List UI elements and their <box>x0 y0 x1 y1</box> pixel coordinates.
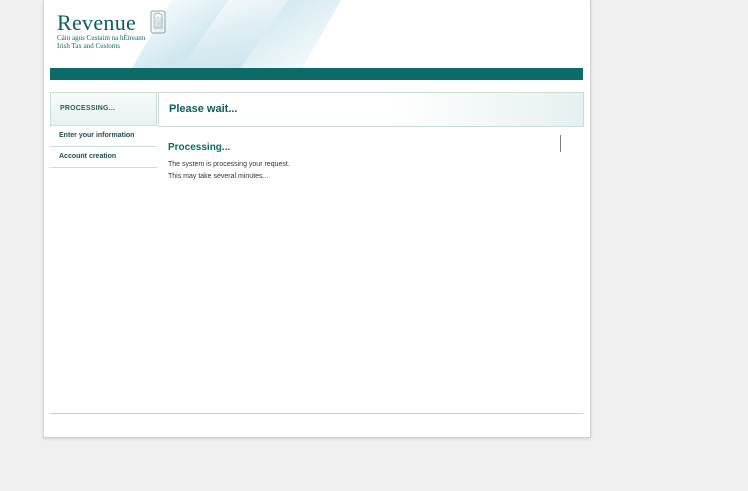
footer-divider <box>50 413 583 414</box>
site-header: Revenue Cáin agus Custaim na hÉireann Ir… <box>44 0 590 68</box>
scrollbar-indicator[interactable] <box>560 135 561 152</box>
revenue-logo[interactable]: Revenue Cáin agus Custaim na hÉireann Ir… <box>57 10 166 50</box>
processing-message-line1: The system is processing your request. <box>168 161 290 168</box>
logo-subtitle-english: Irish Tax and Customs <box>57 42 120 50</box>
sidebar-current-step: PROCESSING... <box>50 92 157 125</box>
banner-bar <box>50 68 583 80</box>
sidebar-item-enter-information[interactable]: Enter your information <box>50 125 157 147</box>
logo-title: Revenue <box>57 10 137 35</box>
processing-title: Processing... <box>168 142 231 153</box>
page-title: Please wait... <box>169 103 238 115</box>
sidebar: PROCESSING... Enter your information Acc… <box>50 92 157 168</box>
processing-message-line2: This may take several minutes... <box>168 173 269 180</box>
harp-icon <box>149 8 167 39</box>
sidebar-item-account-creation[interactable]: Account creation <box>50 147 157 168</box>
page-container: Revenue Cáin agus Custaim na hÉireann Ir… <box>43 0 591 438</box>
content-header: Please wait... <box>158 92 584 127</box>
logo-subtitle-irish: Cáin agus Custaim na hÉireann <box>57 34 146 42</box>
